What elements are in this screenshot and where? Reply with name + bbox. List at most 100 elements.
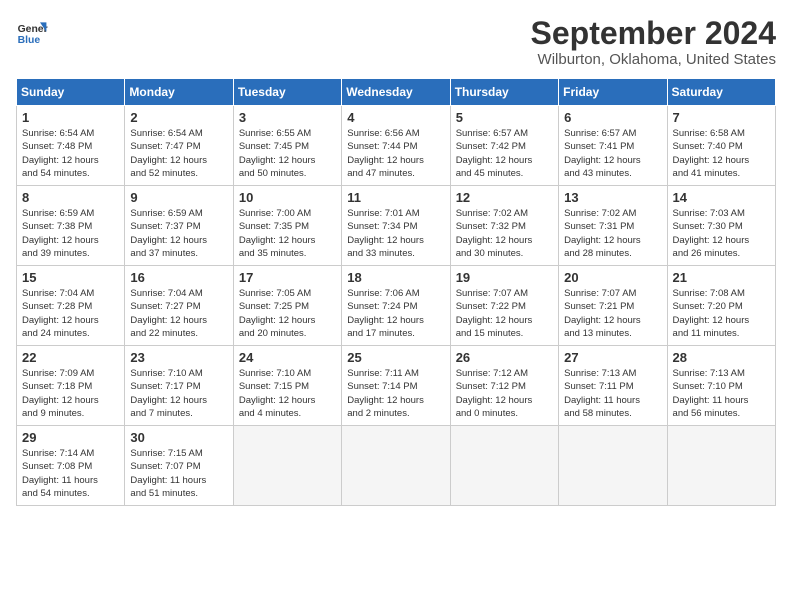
day-number: 23: [130, 350, 227, 365]
calendar-day: 10 Sunrise: 7:00 AM Sunset: 7:35 PM Dayli…: [233, 186, 341, 266]
day-info: Sunrise: 6:57 AM Sunset: 7:41 PM Dayligh…: [564, 127, 661, 180]
weekday-header-monday: Monday: [125, 79, 233, 106]
day-info: Sunrise: 7:07 AM Sunset: 7:21 PM Dayligh…: [564, 287, 661, 340]
day-info: Sunrise: 7:09 AM Sunset: 7:18 PM Dayligh…: [22, 367, 119, 420]
svg-text:Blue: Blue: [18, 35, 41, 46]
day-info: Sunrise: 7:04 AM Sunset: 7:28 PM Dayligh…: [22, 287, 119, 340]
day-info: Sunrise: 6:59 AM Sunset: 7:37 PM Dayligh…: [130, 207, 227, 260]
calendar-day: 13 Sunrise: 7:02 AM Sunset: 7:31 PM Dayli…: [559, 186, 667, 266]
calendar-week-1: 1Sunrise: 6:54 AM Sunset: 7:48 PM Daylig…: [17, 106, 776, 186]
day-info: Sunrise: 7:13 AM Sunset: 7:11 PM Dayligh…: [564, 367, 661, 420]
day-number: 5: [456, 110, 553, 125]
calendar-week-3: 15 Sunrise: 7:04 AM Sunset: 7:28 PM Dayli…: [17, 266, 776, 346]
day-number: 1: [22, 110, 119, 125]
calendar-day: 22 Sunrise: 7:09 AM Sunset: 7:18 PM Dayli…: [17, 346, 125, 426]
day-number: 17: [239, 270, 336, 285]
weekday-header-sunday: Sunday: [17, 79, 125, 106]
month-title: September 2024: [531, 16, 776, 51]
calendar-day: 9 Sunrise: 6:59 AM Sunset: 7:37 PM Daylig…: [125, 186, 233, 266]
calendar-day: 25 Sunrise: 7:11 AM Sunset: 7:14 PM Dayli…: [342, 346, 450, 426]
day-number: 11: [347, 190, 444, 205]
day-number: 22: [22, 350, 119, 365]
calendar-day: 21 Sunrise: 7:08 AM Sunset: 7:20 PM Dayli…: [667, 266, 775, 346]
day-number: 16: [130, 270, 227, 285]
day-info: Sunrise: 6:57 AM Sunset: 7:42 PM Dayligh…: [456, 127, 553, 180]
calendar-day: [342, 426, 450, 506]
calendar-day: 11 Sunrise: 7:01 AM Sunset: 7:34 PM Dayli…: [342, 186, 450, 266]
calendar-day: [233, 426, 341, 506]
day-number: 21: [673, 270, 770, 285]
day-number: 28: [673, 350, 770, 365]
day-number: 27: [564, 350, 661, 365]
day-info: Sunrise: 6:58 AM Sunset: 7:40 PM Dayligh…: [673, 127, 770, 180]
day-info: Sunrise: 6:54 AM Sunset: 7:47 PM Dayligh…: [130, 127, 227, 180]
day-number: 2: [130, 110, 227, 125]
calendar-day: 5 Sunrise: 6:57 AM Sunset: 7:42 PM Daylig…: [450, 106, 558, 186]
calendar-day: [559, 426, 667, 506]
calendar-day: [450, 426, 558, 506]
day-info: Sunrise: 7:02 AM Sunset: 7:31 PM Dayligh…: [564, 207, 661, 260]
calendar-week-4: 22 Sunrise: 7:09 AM Sunset: 7:18 PM Dayli…: [17, 346, 776, 426]
calendar-table: SundayMondayTuesdayWednesdayThursdayFrid…: [16, 78, 776, 506]
day-info: Sunrise: 6:59 AM Sunset: 7:38 PM Dayligh…: [22, 207, 119, 260]
logo: General Blue: [16, 16, 48, 48]
day-info: Sunrise: 7:07 AM Sunset: 7:22 PM Dayligh…: [456, 287, 553, 340]
day-number: 10: [239, 190, 336, 205]
day-number: 15: [22, 270, 119, 285]
day-info: Sunrise: 7:01 AM Sunset: 7:34 PM Dayligh…: [347, 207, 444, 260]
calendar-day: 12Sunrise: 7:02 AM Sunset: 7:32 PM Dayli…: [450, 186, 558, 266]
calendar-day: 14 Sunrise: 7:03 AM Sunset: 7:30 PM Dayli…: [667, 186, 775, 266]
calendar-day: 3 Sunrise: 6:55 AM Sunset: 7:45 PM Daylig…: [233, 106, 341, 186]
day-number: 29: [22, 430, 119, 445]
day-number: 13: [564, 190, 661, 205]
calendar-day: 1Sunrise: 6:54 AM Sunset: 7:48 PM Daylig…: [17, 106, 125, 186]
day-info: Sunrise: 7:13 AM Sunset: 7:10 PM Dayligh…: [673, 367, 770, 420]
weekday-header-tuesday: Tuesday: [233, 79, 341, 106]
calendar-day: 26 Sunrise: 7:12 AM Sunset: 7:12 PM Dayli…: [450, 346, 558, 426]
calendar-day: 4Sunrise: 6:56 AM Sunset: 7:44 PM Daylig…: [342, 106, 450, 186]
calendar-week-2: 8 Sunrise: 6:59 AM Sunset: 7:38 PM Daylig…: [17, 186, 776, 266]
calendar-day: 15 Sunrise: 7:04 AM Sunset: 7:28 PM Dayli…: [17, 266, 125, 346]
calendar-day: 20 Sunrise: 7:07 AM Sunset: 7:21 PM Dayli…: [559, 266, 667, 346]
day-number: 30: [130, 430, 227, 445]
weekday-header-row: SundayMondayTuesdayWednesdayThursdayFrid…: [17, 79, 776, 106]
calendar-day: 8 Sunrise: 6:59 AM Sunset: 7:38 PM Daylig…: [17, 186, 125, 266]
day-info: Sunrise: 7:05 AM Sunset: 7:25 PM Dayligh…: [239, 287, 336, 340]
day-number: 8: [22, 190, 119, 205]
calendar-day: 2 Sunrise: 6:54 AM Sunset: 7:47 PM Daylig…: [125, 106, 233, 186]
day-number: 14: [673, 190, 770, 205]
day-info: Sunrise: 6:56 AM Sunset: 7:44 PM Dayligh…: [347, 127, 444, 180]
weekday-header-wednesday: Wednesday: [342, 79, 450, 106]
day-info: Sunrise: 7:03 AM Sunset: 7:30 PM Dayligh…: [673, 207, 770, 260]
day-number: 12: [456, 190, 553, 205]
title-block: September 2024 Wilburton, Oklahoma, Unit…: [531, 16, 776, 68]
day-number: 26: [456, 350, 553, 365]
day-number: 20: [564, 270, 661, 285]
day-info: Sunrise: 7:12 AM Sunset: 7:12 PM Dayligh…: [456, 367, 553, 420]
day-info: Sunrise: 7:08 AM Sunset: 7:20 PM Dayligh…: [673, 287, 770, 340]
day-info: Sunrise: 7:11 AM Sunset: 7:14 PM Dayligh…: [347, 367, 444, 420]
weekday-header-saturday: Saturday: [667, 79, 775, 106]
day-info: Sunrise: 7:00 AM Sunset: 7:35 PM Dayligh…: [239, 207, 336, 260]
calendar-day: 19Sunrise: 7:07 AM Sunset: 7:22 PM Dayli…: [450, 266, 558, 346]
day-info: Sunrise: 7:10 AM Sunset: 7:15 PM Dayligh…: [239, 367, 336, 420]
calendar-day: 28 Sunrise: 7:13 AM Sunset: 7:10 PM Dayli…: [667, 346, 775, 426]
day-info: Sunrise: 6:55 AM Sunset: 7:45 PM Dayligh…: [239, 127, 336, 180]
location-subtitle: Wilburton, Oklahoma, United States: [531, 51, 776, 68]
day-info: Sunrise: 7:06 AM Sunset: 7:24 PM Dayligh…: [347, 287, 444, 340]
calendar-day: 6Sunrise: 6:57 AM Sunset: 7:41 PM Daylig…: [559, 106, 667, 186]
weekday-header-thursday: Thursday: [450, 79, 558, 106]
calendar-day: 30 Sunrise: 7:15 AM Sunset: 7:07 PM Dayli…: [125, 426, 233, 506]
day-number: 7: [673, 110, 770, 125]
day-number: 24: [239, 350, 336, 365]
logo-icon: General Blue: [16, 16, 48, 48]
weekday-header-friday: Friday: [559, 79, 667, 106]
day-number: 25: [347, 350, 444, 365]
day-info: Sunrise: 7:14 AM Sunset: 7:08 PM Dayligh…: [22, 447, 119, 500]
page-header: General Blue September 2024 Wilburton, O…: [16, 16, 776, 68]
day-number: 3: [239, 110, 336, 125]
day-info: Sunrise: 7:15 AM Sunset: 7:07 PM Dayligh…: [130, 447, 227, 500]
calendar-day: [667, 426, 775, 506]
day-number: 9: [130, 190, 227, 205]
day-number: 18: [347, 270, 444, 285]
